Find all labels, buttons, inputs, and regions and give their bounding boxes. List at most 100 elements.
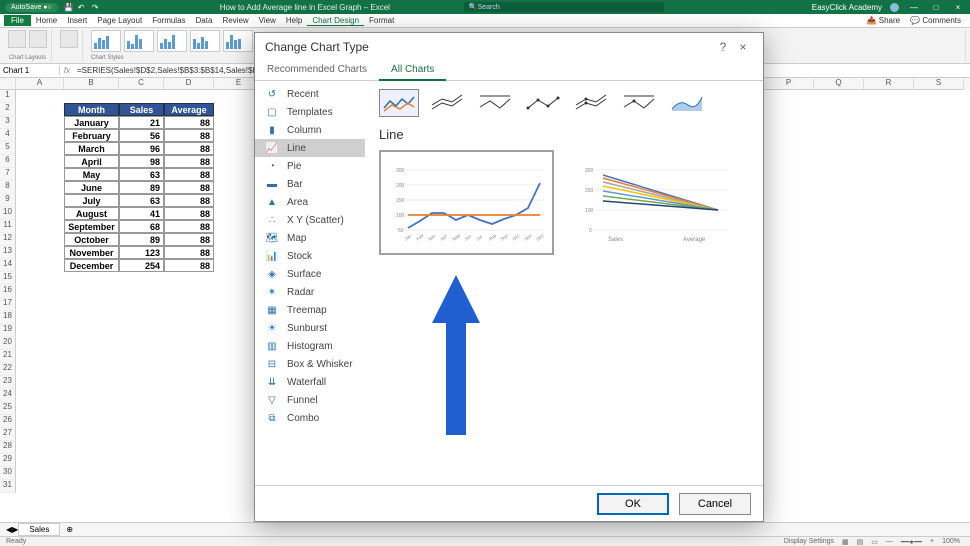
table-cell-value[interactable]: 21 [119,116,164,129]
table-header[interactable]: Month [64,103,119,116]
sheet-tab-sales[interactable]: Sales [18,523,60,536]
table-header[interactable]: Sales [119,103,164,116]
row-header[interactable]: 8 [0,181,16,194]
row-header[interactable]: 20 [0,337,16,350]
display-settings-button[interactable]: Display Settings [780,538,838,545]
table-cell-month[interactable]: December [64,259,119,272]
table-cell-month[interactable]: April [64,155,119,168]
account-name[interactable]: EasyClick Academy [812,3,882,12]
avatar[interactable] [890,3,899,12]
table-cell-value[interactable]: 88 [164,155,214,168]
category-recent[interactable]: ↺Recent [255,85,365,103]
table-cell-value[interactable]: 88 [164,168,214,181]
table-cell-value[interactable]: 63 [119,168,164,181]
table-cell-month[interactable]: January [64,116,119,129]
add-sheet-button[interactable]: ⊕ [60,525,79,534]
table-cell-value[interactable]: 96 [119,142,164,155]
fx-icon[interactable]: fx [60,66,74,75]
chart-preview-1[interactable]: 300 200 150 100 50 Jan Feb Mar Apr May [379,150,554,255]
row-header[interactable]: 14 [0,259,16,272]
table-cell-value[interactable]: 89 [119,181,164,194]
table-cell-value[interactable]: 88 [164,207,214,220]
chart-preview-2[interactable]: 300 200 100 0 Sales Average [568,150,743,255]
category-box-whisker[interactable]: ⊟Box & Whisker [255,355,365,373]
col-header-S[interactable]: S [914,78,964,90]
share-button[interactable]: 📤 Share [862,16,906,25]
line-subtype-stacked[interactable] [427,89,467,117]
table-cell-month[interactable]: October [64,233,119,246]
category-histogram[interactable]: ▥Histogram [255,337,365,355]
name-box[interactable]: Chart 1 [0,66,60,75]
tab-review[interactable]: Review [217,16,253,25]
autosave-toggle[interactable]: AutoSave ●○ [5,3,58,12]
table-cell-value[interactable]: 98 [119,155,164,168]
line-subtype-markers[interactable] [523,89,563,117]
table-cell-value[interactable]: 88 [164,259,214,272]
category-pie[interactable]: ◔Pie [255,157,365,175]
close-window-button[interactable]: × [951,3,965,12]
row-header[interactable]: 2 [0,103,16,116]
redo-icon[interactable]: ↷ [92,3,100,11]
category-waterfall[interactable]: ⇊Waterfall [255,373,365,391]
ok-button[interactable]: OK [597,493,669,515]
chart-style-2[interactable] [124,30,154,52]
col-header-B[interactable]: B [64,78,119,90]
table-header[interactable]: Average [164,103,214,116]
table-cell-month[interactable]: November [64,246,119,259]
dialog-close-button[interactable]: × [733,40,753,54]
table-cell-value[interactable]: 88 [164,220,214,233]
search-box[interactable]: 🔍 Search [464,2,664,12]
maximize-button[interactable]: □ [929,3,943,12]
category-line[interactable]: 📈Line [255,139,365,157]
row-header[interactable]: 19 [0,324,16,337]
row-header[interactable]: 21 [0,350,16,363]
row-header[interactable]: 15 [0,272,16,285]
category-map[interactable]: 🗺Map [255,229,365,247]
tab-file[interactable]: File [4,15,31,26]
tab-help[interactable]: Help [281,16,307,25]
table-cell-month[interactable]: March [64,142,119,155]
view-break-icon[interactable]: ▭ [867,538,882,546]
row-header[interactable]: 30 [0,467,16,480]
table-cell-value[interactable]: 88 [164,129,214,142]
dialog-help-button[interactable]: ? [713,40,733,54]
line-subtype-100stacked[interactable] [475,89,515,117]
row-header[interactable]: 22 [0,363,16,376]
table-cell-value[interactable]: 254 [119,259,164,272]
category-bar[interactable]: ▬Bar [255,175,365,193]
col-header-P[interactable]: P [764,78,814,90]
undo-icon[interactable]: ↶ [78,3,86,11]
row-header[interactable]: 3 [0,116,16,129]
view-page-icon[interactable]: ▤ [853,538,868,546]
zoom-out-button[interactable]: — [882,538,897,545]
row-header[interactable]: 16 [0,285,16,298]
zoom-slider[interactable]: ━━●━━ [897,538,926,546]
tab-page-layout[interactable]: Page Layout [92,16,147,25]
col-header-A[interactable]: A [16,78,64,90]
table-cell-month[interactable]: February [64,129,119,142]
category-surface[interactable]: ◈Surface [255,265,365,283]
table-cell-month[interactable]: May [64,168,119,181]
row-header[interactable]: 4 [0,129,16,142]
chart-style-5[interactable] [223,30,253,52]
row-header[interactable]: 10 [0,207,16,220]
chart-style-1[interactable] [91,30,121,52]
tab-formulas[interactable]: Formulas [147,16,190,25]
line-subtype-basic[interactable] [379,89,419,117]
table-cell-month[interactable]: June [64,181,119,194]
category-templates[interactable]: ▢Templates [255,103,365,121]
col-header-Q[interactable]: Q [814,78,864,90]
tab-data[interactable]: Data [191,16,218,25]
row-header[interactable]: 28 [0,441,16,454]
col-header-R[interactable]: R [864,78,914,90]
table-cell-value[interactable]: 41 [119,207,164,220]
category-treemap[interactable]: ▦Treemap [255,301,365,319]
minimize-button[interactable]: — [907,3,921,12]
row-header[interactable]: 17 [0,298,16,311]
view-normal-icon[interactable]: ▦ [838,538,853,546]
table-cell-month[interactable]: July [64,194,119,207]
row-header[interactable]: 31 [0,480,16,493]
table-cell-value[interactable]: 88 [164,233,214,246]
row-header[interactable]: 1 [0,90,16,103]
table-cell-value[interactable]: 68 [119,220,164,233]
